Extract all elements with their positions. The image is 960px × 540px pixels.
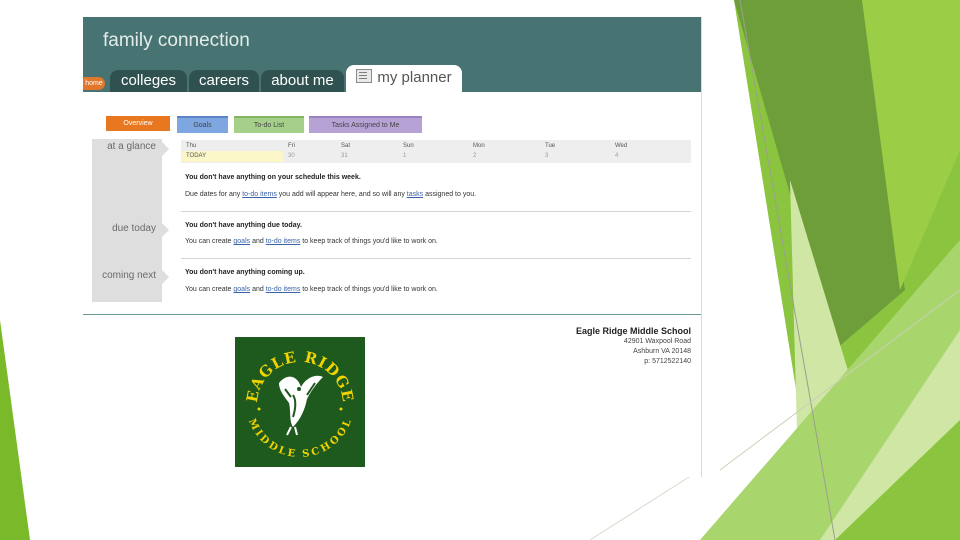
todo-items-link[interactable]: to-do items bbox=[242, 191, 277, 198]
section-divider bbox=[181, 211, 691, 212]
rail-arrow-glance bbox=[162, 142, 169, 156]
hint-text: Due dates for any bbox=[185, 191, 243, 198]
green-facet-mid bbox=[700, 240, 960, 540]
week-strip: Thu TODAY Fri 30 Sat 31 Sun 1 Mon 2 Tue … bbox=[181, 140, 691, 163]
section-label-coming-next: coming next bbox=[102, 270, 156, 281]
school-address-line-2: Ashburn VA 20148 bbox=[633, 348, 691, 355]
footer-divider bbox=[83, 314, 701, 315]
day-header: Sat bbox=[341, 143, 351, 149]
eagle-icon bbox=[279, 375, 323, 436]
glance-empty-text: You don't have anything on your schedule… bbox=[185, 174, 361, 181]
day-header: Fri bbox=[288, 143, 295, 149]
home-tab[interactable]: home bbox=[83, 77, 105, 90]
brand-title: family connection bbox=[103, 30, 250, 51]
tab-about-me[interactable]: about me bbox=[261, 70, 344, 92]
subtab-overview[interactable]: Overview bbox=[106, 116, 170, 131]
green-facet-left bbox=[0, 320, 30, 540]
tab-my-planner-label: my planner bbox=[377, 69, 452, 86]
hint-text: You can create bbox=[185, 286, 234, 293]
due-empty-text: You don't have anything due today. bbox=[185, 222, 302, 229]
next-hint: You can create goals and to-do items to … bbox=[185, 286, 438, 293]
facet-line-1 bbox=[739, 0, 836, 540]
school-contact: Eagle Ridge Middle School 42901 Waxpool … bbox=[576, 325, 691, 367]
day-number: 4 bbox=[615, 153, 619, 159]
section-label-at-a-glance: at a glance bbox=[107, 141, 156, 152]
hint-text: to keep track of things you'd like to wo… bbox=[300, 286, 438, 293]
day-header: Thu bbox=[186, 143, 197, 149]
hint-text: you add will appear here, and so will an… bbox=[276, 191, 407, 198]
hint-text: to keep track of things you'd like to wo… bbox=[300, 238, 438, 245]
hint-text: You can create bbox=[185, 238, 234, 245]
day-number: 30 bbox=[288, 153, 295, 159]
todo-items-link[interactable]: to-do items bbox=[266, 286, 301, 293]
day-header: Wed bbox=[615, 143, 628, 149]
green-facet-dark bbox=[734, 0, 905, 350]
logo-text-bottom: MIDDLE SCHOOL bbox=[246, 417, 354, 460]
site-header: family connection home colleges careers … bbox=[83, 17, 701, 92]
tab-careers[interactable]: careers bbox=[189, 70, 259, 92]
section-label-due-today: due today bbox=[112, 223, 156, 234]
due-hint: You can create goals and to-do items to … bbox=[185, 238, 438, 245]
hint-text: and bbox=[250, 238, 266, 245]
rail-arrow-next bbox=[162, 270, 169, 284]
school-logo: EAGLE RIDGE MIDDLE SCHOOL bbox=[235, 337, 365, 467]
day-number: 1 bbox=[403, 153, 407, 159]
section-divider bbox=[181, 258, 691, 259]
school-address-line-1: 42901 Waxpool Road bbox=[623, 338, 691, 345]
rail-arrow-due bbox=[162, 223, 169, 237]
facet-line-3 bbox=[589, 469, 701, 540]
hint-text: and bbox=[250, 286, 266, 293]
green-facet-pale bbox=[790, 180, 960, 540]
subtab-goals[interactable]: Goals bbox=[177, 116, 228, 133]
school-name: Eagle Ridge Middle School bbox=[575, 326, 691, 336]
tasks-link[interactable]: tasks bbox=[407, 191, 423, 198]
day-number: 31 bbox=[341, 153, 348, 159]
green-facet-light bbox=[862, 0, 960, 290]
eagle-logo-icon: EAGLE RIDGE MIDDLE SCHOOL bbox=[243, 348, 356, 460]
goals-link[interactable]: goals bbox=[233, 238, 250, 245]
subtab-tasks-assigned[interactable]: Tasks Assigned to Me bbox=[309, 116, 422, 133]
subtab-todo-list[interactable]: To-do List bbox=[234, 116, 304, 133]
green-facet-right bbox=[734, 0, 960, 540]
facet-line-2 bbox=[719, 289, 960, 471]
day-header: Mon bbox=[473, 143, 485, 149]
day-header: Sun bbox=[403, 143, 414, 149]
day-header: Tue bbox=[545, 143, 556, 149]
day-number: 2 bbox=[473, 153, 477, 159]
todo-items-link[interactable]: to-do items bbox=[266, 238, 301, 245]
section-rail: at a glance due today coming next bbox=[92, 139, 162, 302]
school-phone: p: 5712522140 bbox=[644, 358, 691, 365]
next-empty-text: You don't have anything coming up. bbox=[185, 269, 305, 276]
day-number: TODAY bbox=[186, 153, 207, 159]
glance-hint: Due dates for any to-do items you add wi… bbox=[185, 191, 476, 198]
hint-text: assigned to you. bbox=[423, 191, 477, 198]
tab-my-planner[interactable]: my planner bbox=[346, 65, 462, 92]
planner-icon bbox=[356, 69, 373, 83]
day-number: 3 bbox=[545, 153, 549, 159]
planner-screenshot: family connection home colleges careers … bbox=[83, 17, 702, 477]
goals-link[interactable]: goals bbox=[233, 286, 250, 293]
tab-colleges[interactable]: colleges bbox=[110, 70, 187, 92]
